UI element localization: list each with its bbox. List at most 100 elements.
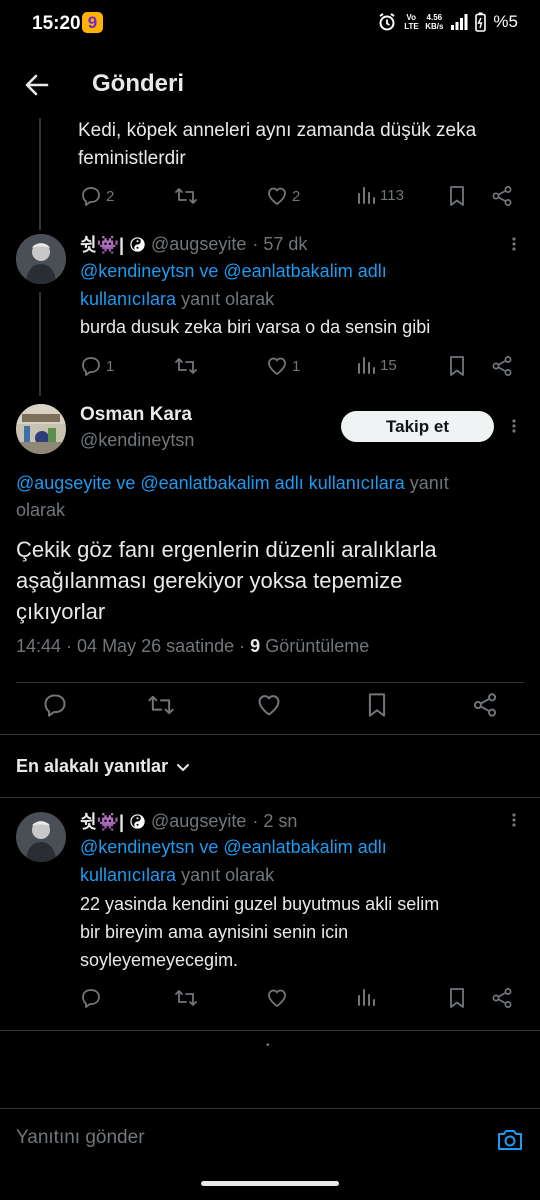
- parent-tweet-text-line: Kedi, köpek anneleri aynı zamanda düşük …: [78, 120, 477, 141]
- page-title: Gönderi: [92, 70, 185, 97]
- bookmark-button[interactable]: [447, 987, 467, 1009]
- back-button[interactable]: [20, 68, 54, 102]
- status-icons: Vo LTE 4.56 KB/s %5: [377, 12, 518, 32]
- divider: [0, 734, 540, 735]
- reply-icon: [82, 989, 100, 1008]
- views-label: Görüntüleme: [265, 636, 370, 656]
- bookmark-button[interactable]: [447, 185, 467, 207]
- more-icon: [512, 237, 516, 251]
- display-name[interactable]: 쉿👾|: [80, 231, 124, 257]
- main-tweet-text: Çekik göz fanı ergenlerin düzenli aralık…: [16, 534, 524, 627]
- camera-icon: [498, 1130, 522, 1150]
- gesture-nav-handle[interactable]: [201, 1181, 339, 1186]
- yin-yang-icon: [130, 236, 145, 252]
- reply-context: @kendineytsn ve @eanlatbakalim adlı kull…: [80, 257, 520, 313]
- like-button[interactable]: 2: [266, 185, 300, 207]
- more-button[interactable]: [504, 418, 524, 434]
- reply-input[interactable]: Yanıtını gönder: [16, 1127, 145, 1149]
- reply-icon: [44, 694, 66, 717]
- reply-button[interactable]: 2: [80, 185, 114, 207]
- tweet-text-line: soyleyemeyecegim.: [80, 950, 239, 970]
- like-button[interactable]: [266, 987, 288, 1009]
- views-icon: [358, 357, 375, 374]
- display-name[interactable]: 쉿👾|: [80, 808, 124, 834]
- bookmark-button[interactable]: [447, 355, 467, 377]
- avatar[interactable]: [16, 812, 66, 862]
- signal-icon: [450, 13, 468, 31]
- bookmark-icon: [450, 356, 464, 376]
- bookmark-button[interactable]: [365, 692, 389, 718]
- status-bar: 15:20 9 Vo LTE 4.56 KB/s %5: [0, 0, 540, 48]
- tweet-text-line: 22 yasinda kendini guzel buyutmus akli s…: [80, 894, 440, 914]
- handle[interactable]: @augseyite: [151, 811, 246, 832]
- like-button[interactable]: [256, 692, 282, 718]
- share-button[interactable]: [472, 692, 498, 718]
- reply-sort-dropdown[interactable]: En alakalı yanıtlar: [16, 756, 190, 777]
- reply-context-suffix: yanıt: [409, 473, 449, 493]
- timestamp[interactable]: · 57 dk: [252, 234, 307, 255]
- avatar[interactable]: [16, 234, 66, 284]
- reply-button[interactable]: [80, 987, 102, 1009]
- reply-context: @kendineytsn ve @eanlatbakalim adlı kull…: [80, 833, 520, 889]
- share-button[interactable]: [491, 185, 513, 207]
- main-tweet-text-line: çıkıyorlar: [16, 599, 106, 624]
- views-icon: [358, 187, 375, 204]
- views-button[interactable]: [356, 987, 376, 1007]
- loading-indicator: •: [266, 1040, 270, 1051]
- retweet-button[interactable]: [174, 185, 198, 207]
- share-icon: [492, 988, 512, 1008]
- reply-context-suffix: olarak: [16, 500, 66, 520]
- share-button[interactable]: [491, 355, 513, 377]
- views-button[interactable]: 113: [356, 185, 404, 205]
- app-notification-icon: 9: [82, 12, 103, 33]
- reply-context-mentions[interactable]: @augseyite ve @eanlatbakalim adlı kullan…: [16, 473, 405, 493]
- yin-yang-icon: [130, 813, 145, 829]
- retweet-icon: [148, 695, 174, 715]
- views-count: 15: [380, 356, 397, 374]
- timestamp[interactable]: · 2 sn: [252, 811, 297, 832]
- like-icon: [268, 187, 286, 205]
- more-button[interactable]: [504, 812, 524, 828]
- author-display-name[interactable]: Osman Kara: [80, 404, 192, 426]
- reply-context-link[interactable]: kullanıcılara: [80, 289, 176, 309]
- like-button[interactable]: 1: [266, 355, 300, 377]
- follow-button[interactable]: Takip et: [341, 411, 494, 442]
- more-icon: [512, 419, 516, 433]
- retweet-button[interactable]: [147, 692, 175, 718]
- reply-icon: [82, 357, 100, 376]
- views-count: 9: [250, 636, 261, 656]
- reply-button[interactable]: 1: [80, 355, 114, 377]
- views-button[interactable]: 15: [356, 355, 397, 375]
- views-count: 113: [380, 186, 404, 204]
- more-button[interactable]: [504, 236, 524, 252]
- tweet-meta: 14:44 · 04 May 26 saatinde · 9 Görüntüle…: [16, 636, 369, 657]
- alarm-icon: [377, 12, 397, 32]
- share-icon: [473, 693, 497, 717]
- reply-context: @augseyite ve @eanlatbakalim adlı kullan…: [16, 470, 524, 524]
- reply-context-mentions[interactable]: @kendineytsn ve @eanlatbakalim adlı: [80, 833, 520, 861]
- retweet-button[interactable]: [174, 987, 198, 1009]
- like-icon: [258, 695, 280, 716]
- camera-button[interactable]: [496, 1127, 524, 1153]
- retweet-button[interactable]: [174, 355, 198, 377]
- author-handle[interactable]: @kendineytsn: [80, 430, 194, 451]
- tweet-timestamp[interactable]: 14:44 · 04 May 26 saatinde ·: [16, 636, 245, 656]
- reply-count: 2: [106, 187, 115, 205]
- reply-context-mentions[interactable]: @kendineytsn ve @eanlatbakalim adlı: [80, 257, 520, 285]
- chevron-down-icon: [177, 763, 190, 771]
- reply-button[interactable]: [42, 692, 68, 718]
- tweet-text: burda dusuk zeka biri varsa o da sensin …: [80, 317, 431, 337]
- thread-line: [39, 292, 41, 396]
- share-icon: [492, 186, 512, 206]
- volte-icon: Vo LTE: [404, 13, 419, 31]
- share-icon: [492, 356, 512, 376]
- parent-tweet-text-line: feministlerdir: [78, 148, 186, 169]
- network-speed-unit: KB/s: [425, 22, 444, 31]
- avatar[interactable]: [16, 404, 66, 454]
- handle[interactable]: @augseyite: [151, 234, 246, 255]
- share-button[interactable]: [491, 987, 513, 1009]
- tweet-text: 22 yasinda kendini guzel buyutmus akli s…: [80, 890, 520, 974]
- reply-context-link[interactable]: kullanıcılara: [80, 865, 176, 885]
- reply-sort-label: En alakalı yanıtlar: [16, 756, 169, 776]
- network-speed: 4.56 KB/s: [425, 13, 443, 31]
